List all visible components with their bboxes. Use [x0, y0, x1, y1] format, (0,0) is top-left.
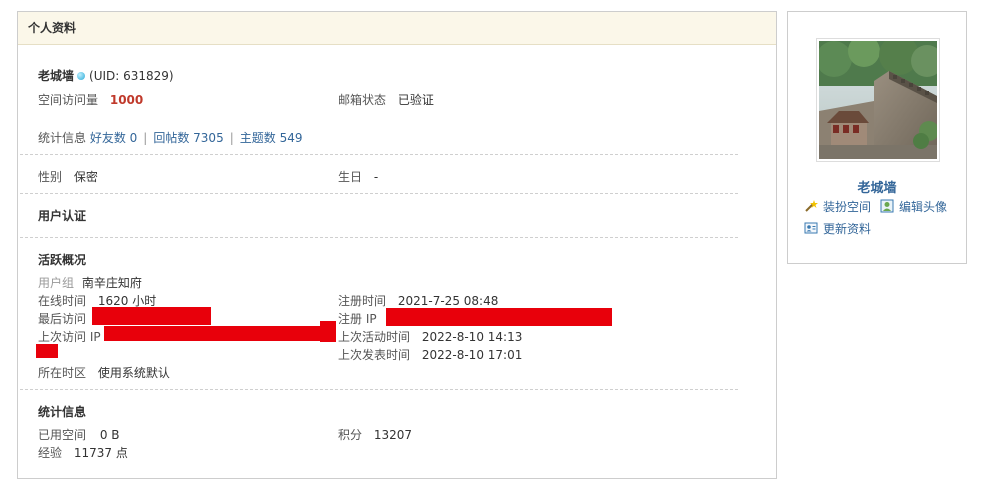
exp-value: 11737 点 — [73, 446, 128, 460]
points-label: 积分 — [338, 428, 363, 442]
space-label: 已用空间 — [38, 428, 87, 442]
email-value: 已验证 — [397, 93, 434, 107]
experience: 经验 11737 点 — [38, 444, 128, 461]
register-value: 2021-7-25 08:48 — [397, 294, 499, 308]
stats-separator: | — [229, 131, 234, 145]
email-status: 邮箱状态 已验证 — [338, 91, 434, 108]
redaction-block — [320, 321, 336, 342]
portrait-icon — [880, 199, 894, 213]
profile-header: 老城墙 (UID: 631829) — [38, 67, 174, 84]
profile-card-icon — [804, 222, 818, 234]
magic-wand-icon — [805, 200, 818, 212]
register-label: 注册时间 — [338, 294, 387, 308]
gender-value: 保密 — [73, 170, 98, 184]
used-space: 已用空间 0 B — [38, 426, 120, 443]
register-ip-label: 注册 IP — [338, 312, 377, 326]
last-post-label: 上次发表时间 — [338, 348, 411, 362]
online-label: 在线时间 — [38, 294, 87, 308]
register-ip: 注册 IP — [338, 310, 377, 327]
edit-avatar-link[interactable]: 编辑头像 — [880, 198, 947, 215]
birthday: 生日 - — [338, 168, 378, 185]
decorate-space-label: 装扮空间 — [823, 200, 872, 214]
birthday-label: 生日 — [338, 170, 363, 184]
gender: 性别 保密 — [38, 168, 98, 185]
last-ip: 上次访问 IP — [38, 328, 101, 345]
redaction-block — [386, 308, 612, 326]
last-active-value: 2022-8-10 14:13 — [421, 330, 523, 344]
last-post: 上次发表时间 2022-8-10 17:01 — [338, 346, 522, 363]
redaction-block — [36, 344, 58, 358]
replies-link[interactable]: 回帖数 7305 — [153, 131, 223, 145]
redaction-block — [104, 326, 320, 341]
timezone-value: 使用系统默认 — [97, 366, 170, 380]
threads-link[interactable]: 主题数 549 — [240, 131, 303, 145]
space-visits: 空间访问量 1000 — [38, 91, 143, 108]
statistics-title: 统计信息 — [38, 405, 87, 419]
avatar-image — [819, 41, 937, 159]
visits-value: 1000 — [109, 93, 144, 107]
group-value: 南辛庄知府 — [81, 276, 142, 290]
edit-avatar-label: 编辑头像 — [899, 200, 948, 214]
exp-label: 经验 — [38, 446, 63, 460]
avatar[interactable] — [816, 38, 940, 162]
friends-link[interactable]: 好友数 0 — [90, 131, 137, 145]
online-value: 1620 小时 — [97, 294, 157, 308]
panel-title: 个人资料 — [18, 12, 776, 45]
stats-label: 统计信息 — [38, 131, 87, 145]
last-active-label: 上次活动时间 — [338, 330, 411, 344]
register-time: 注册时间 2021-7-25 08:48 — [338, 292, 498, 309]
gender-label: 性别 — [38, 170, 63, 184]
points: 积分 13207 — [338, 426, 412, 443]
space-value: 0 B — [99, 428, 120, 442]
username: 老城墙 — [38, 69, 75, 83]
last-ip-label: 上次访问 IP — [38, 330, 101, 344]
update-profile-link[interactable]: 更新资料 — [804, 220, 871, 237]
activity-title: 活跃概况 — [38, 253, 87, 267]
sidebar-username[interactable]: 老城墙 — [788, 177, 966, 196]
online-status-icon — [77, 71, 86, 80]
stats-line: 统计信息 好友数 0 | 回帖数 7305 | 主题数 549 — [38, 129, 302, 146]
stats-separator: | — [143, 131, 148, 145]
divider — [20, 237, 738, 238]
user-uid: (UID: 631829) — [89, 69, 174, 83]
last-visit-label: 最后访问 — [38, 312, 87, 326]
birthday-value: - — [373, 170, 379, 184]
update-profile-label: 更新资料 — [823, 222, 872, 236]
last-post-value: 2022-8-10 17:01 — [421, 348, 523, 362]
timezone: 所在时区 使用系统默认 — [38, 364, 170, 381]
email-label: 邮箱状态 — [338, 93, 387, 107]
sidebar-card: 老城墙 装扮空间 编辑头像 更新资料 — [787, 11, 967, 264]
auth-title: 用户认证 — [38, 209, 87, 223]
divider — [20, 193, 738, 194]
redaction-block — [92, 307, 211, 325]
timezone-label: 所在时区 — [38, 366, 87, 380]
last-visit: 最后访问 — [38, 310, 86, 327]
visits-label: 空间访问量 — [38, 93, 99, 107]
decorate-space-link[interactable]: 装扮空间 — [804, 198, 871, 215]
divider — [20, 389, 738, 390]
last-active: 上次活动时间 2022-8-10 14:13 — [338, 328, 522, 345]
user-group: 用户组 南辛庄知府 — [38, 274, 142, 291]
points-value: 13207 — [373, 428, 413, 442]
group-label: 用户组 — [38, 276, 75, 290]
divider — [20, 154, 738, 155]
